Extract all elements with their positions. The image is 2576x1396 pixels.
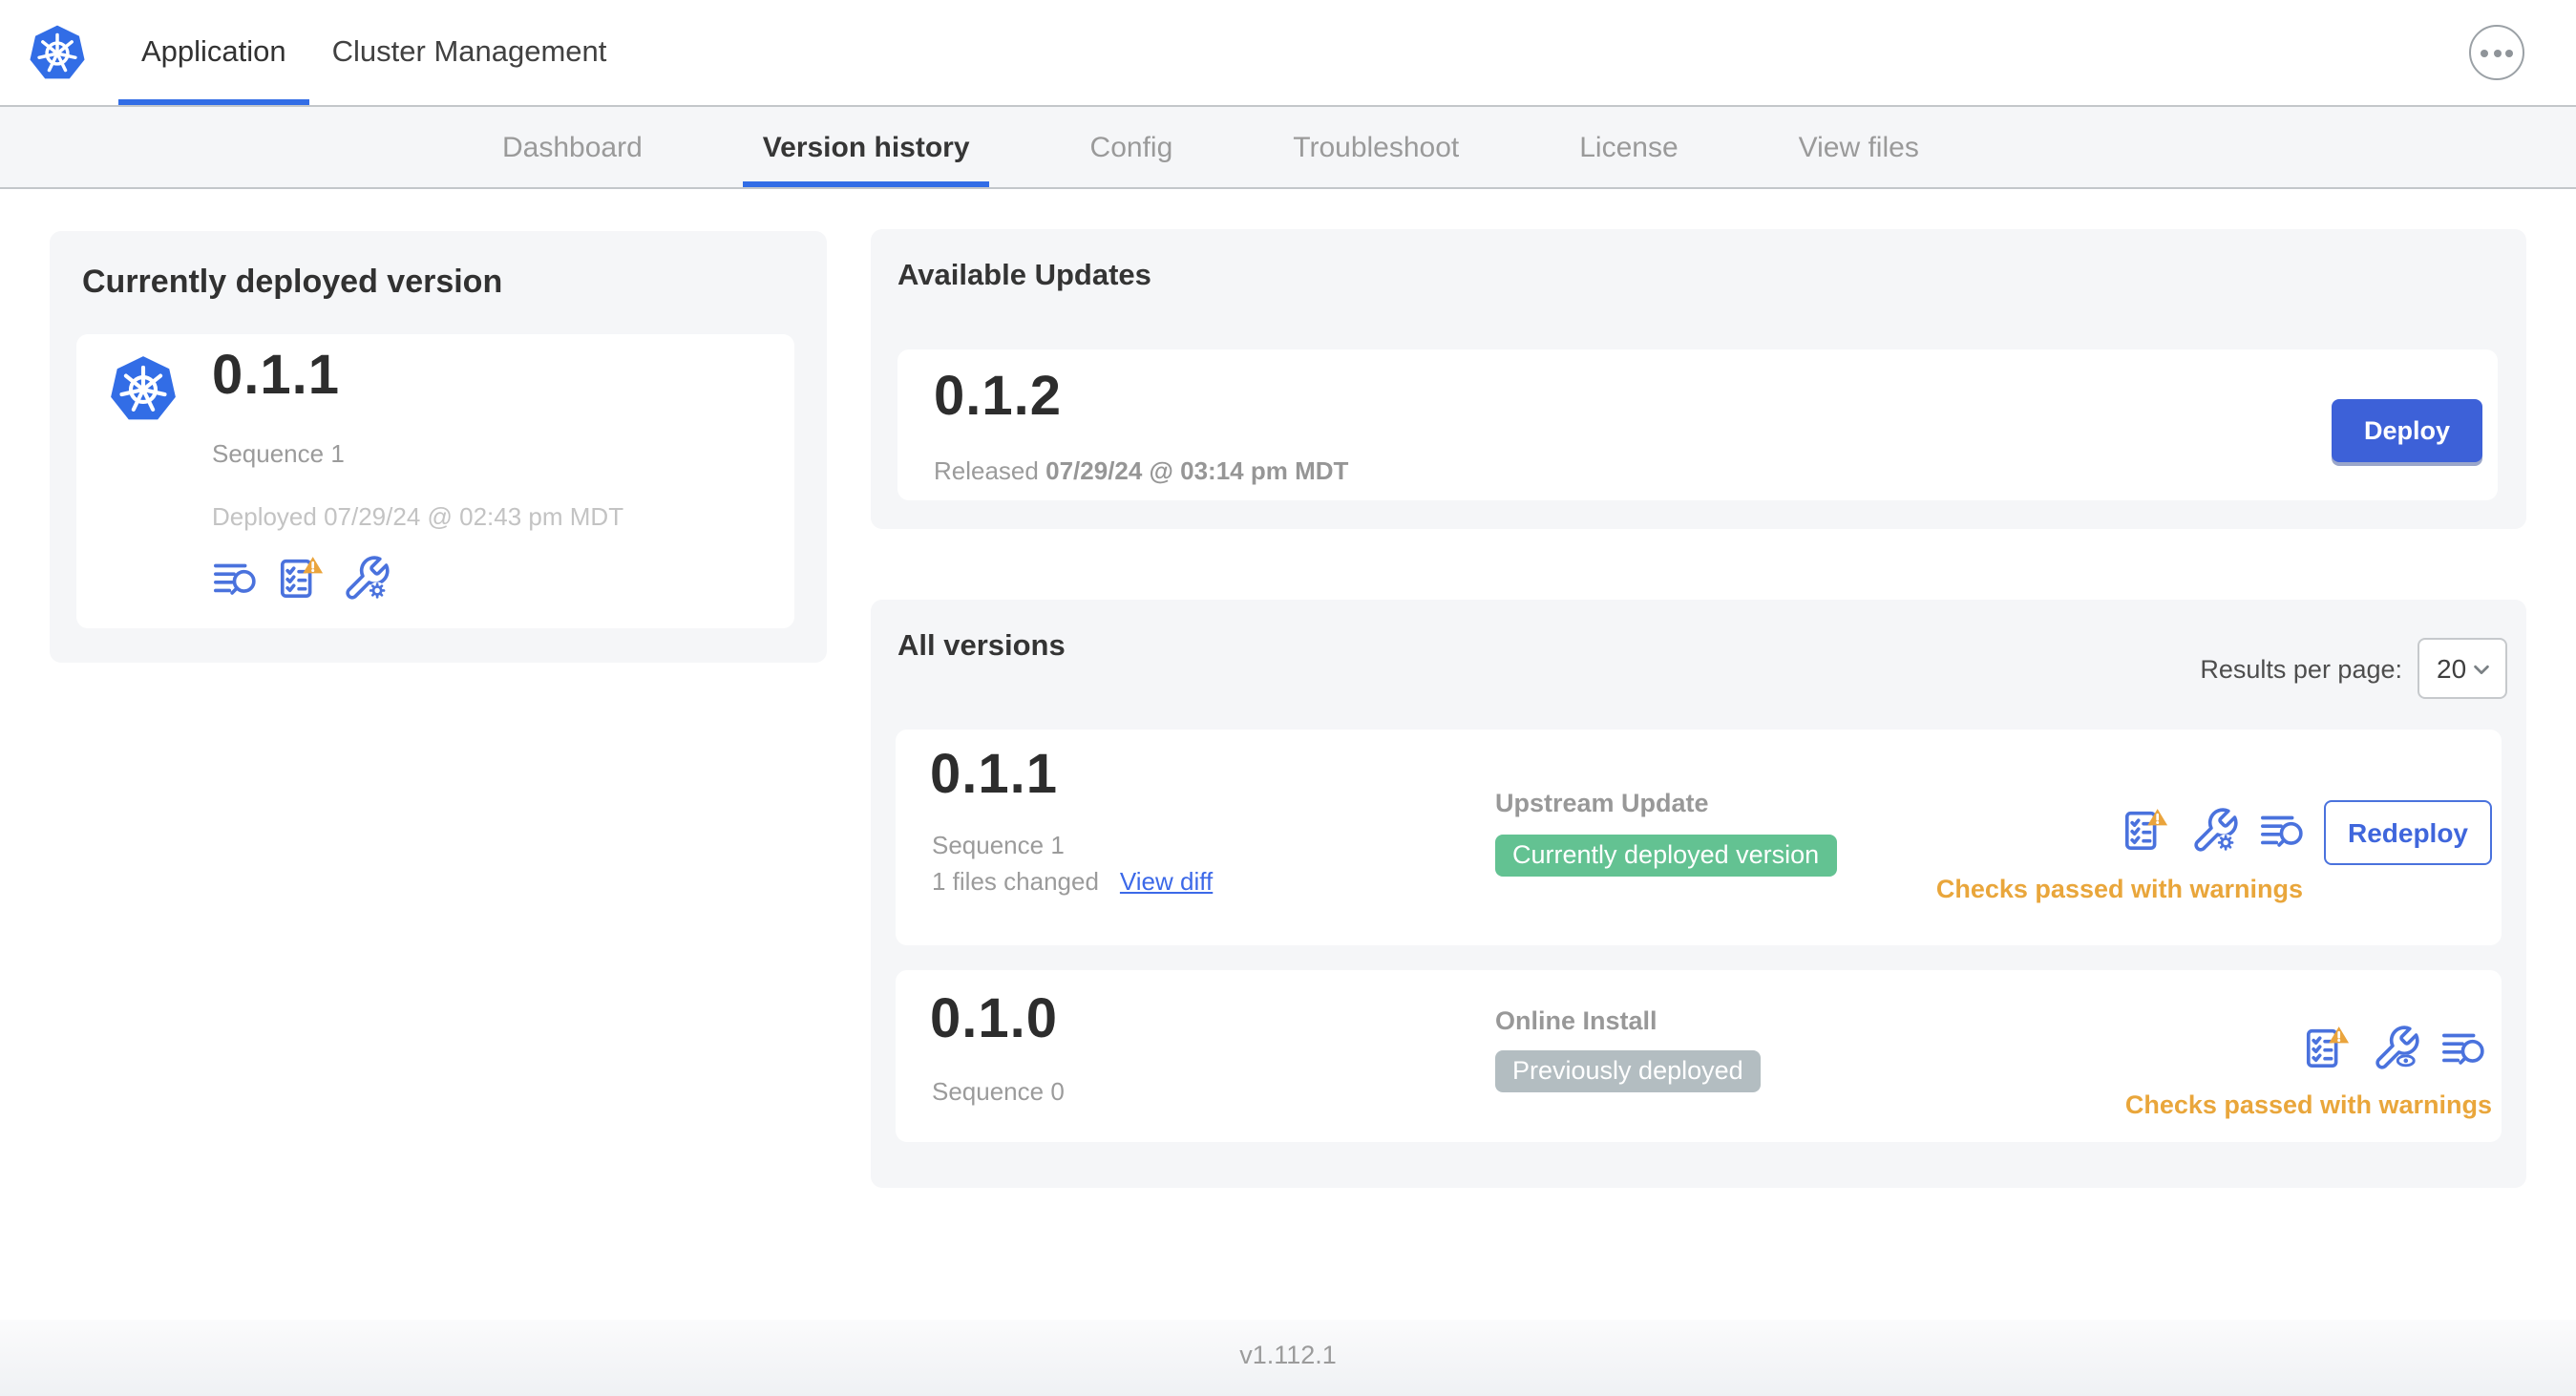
update-version-number: 0.1.2	[934, 367, 1062, 428]
chevron-down-icon	[2471, 658, 2492, 679]
row-version-number: 0.1.0	[930, 989, 1058, 1050]
deployed-timestamp: Deployed 07/29/24 @ 02:43 pm MDT	[212, 502, 624, 531]
deployed-version-number: 0.1.1	[212, 346, 340, 407]
row-source-label: Upstream Update	[1495, 789, 1709, 817]
row-files-changed: 1 files changed View diff	[932, 867, 1214, 896]
kubernetes-logo-icon	[27, 23, 88, 84]
version-row-0-1-0: 0.1.0 Sequence 0 Online Install Previous…	[896, 970, 2502, 1142]
currently-deployed-version-panel: 0.1.1 Sequence 1 Deployed 07/29/24 @ 02:…	[76, 334, 794, 628]
edit-config-icon[interactable]	[2190, 806, 2238, 854]
row-version-number: 0.1.1	[930, 745, 1058, 806]
tab-version-history[interactable]: Version history	[743, 107, 990, 187]
tab-view-files[interactable]: View files	[1780, 107, 1938, 187]
overflow-menu-button[interactable]	[2469, 25, 2524, 80]
diff-summary-icon[interactable]	[212, 554, 260, 602]
diff-summary-icon[interactable]	[2259, 806, 2307, 854]
preflight-checks-warning-icon[interactable]	[2303, 1024, 2351, 1071]
update-released-timestamp: Released 07/29/24 @ 03:14 pm MDT	[934, 456, 1349, 485]
deploy-button[interactable]: Deploy	[2331, 399, 2482, 462]
row-source-label: Online Install	[1495, 1006, 1658, 1035]
view-diff-link[interactable]: View diff	[1120, 867, 1213, 896]
diff-summary-icon[interactable]	[2440, 1024, 2488, 1071]
row-sequence-label: Sequence 1	[932, 831, 1065, 859]
tab-license[interactable]: License	[1560, 107, 1697, 187]
preflight-checks-warning-icon[interactable]	[277, 554, 325, 602]
results-per-page-select[interactable]: 20	[2418, 638, 2507, 699]
previously-deployed-badge: Previously deployed	[1495, 1050, 1761, 1092]
tab-cluster-management[interactable]: Cluster Management	[309, 0, 630, 105]
deployed-version-actions	[212, 554, 390, 602]
tab-troubleshoot[interactable]: Troubleshoot	[1274, 107, 1478, 187]
preflight-status-text: Checks passed with warnings	[2124, 1090, 2492, 1119]
app-icon	[107, 353, 179, 426]
available-updates-title: Available Updates	[897, 260, 1151, 292]
top-nav-bar: Application Cluster Management	[0, 0, 2576, 107]
tab-config[interactable]: Config	[1071, 107, 1193, 187]
deployed-sequence-label: Sequence 1	[212, 439, 345, 468]
preflight-status-text: Checks passed with warnings	[1935, 875, 2303, 903]
results-per-page: Results per page: 20	[2200, 638, 2507, 699]
row-action-icons	[2122, 806, 2307, 854]
edit-config-icon[interactable]	[342, 554, 390, 602]
footer: v1.112.1	[0, 1320, 2576, 1396]
currently-deployed-title: Currently deployed version	[82, 264, 503, 300]
top-nav-tabs: Application Cluster Management	[118, 0, 2576, 105]
version-row-0-1-1: 0.1.1 Sequence 1 1 files changed View di…	[896, 730, 2502, 945]
all-versions-title: All versions	[897, 630, 1066, 663]
app-root: Application Cluster Management Dashboard…	[0, 0, 2576, 1396]
app-sub-nav: Dashboard Version history Config Trouble…	[0, 107, 2576, 189]
console-version-label: v1.112.1	[1239, 1341, 1337, 1369]
available-updates-card: Available Updates 0.1.2 Released 07/29/2…	[871, 229, 2526, 529]
currently-deployed-card: Currently deployed version 0.1.1 Sequenc…	[50, 231, 827, 663]
available-update-row: 0.1.2 Released 07/29/24 @ 03:14 pm MDT D…	[897, 349, 2498, 500]
redeploy-button[interactable]: Redeploy	[2324, 800, 2492, 865]
all-versions-card: All versions Results per page: 20 0.1.1 …	[871, 600, 2526, 1188]
view-config-icon[interactable]	[2372, 1024, 2419, 1071]
row-action-icons	[2303, 1024, 2488, 1071]
tab-dashboard[interactable]: Dashboard	[483, 107, 662, 187]
row-sequence-label: Sequence 0	[932, 1077, 1065, 1106]
results-per-page-label: Results per page:	[2200, 654, 2402, 683]
ellipsis-icon	[2481, 49, 2488, 56]
preflight-checks-warning-icon[interactable]	[2122, 806, 2169, 854]
currently-deployed-badge: Currently deployed version	[1495, 835, 1837, 877]
tab-application[interactable]: Application	[118, 0, 309, 105]
